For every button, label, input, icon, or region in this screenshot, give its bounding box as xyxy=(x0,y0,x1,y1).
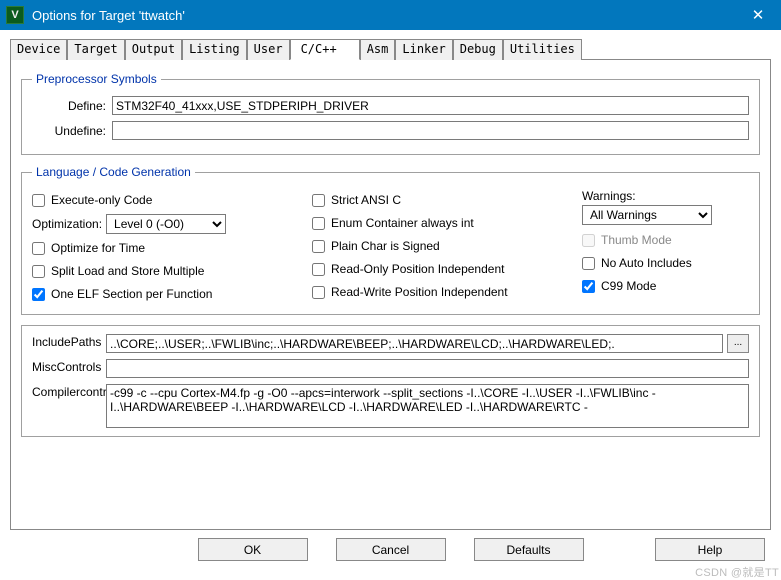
title-bar: V Options for Target 'ttwatch' ✕ xyxy=(0,0,781,30)
input-undefine[interactable] xyxy=(112,121,749,140)
close-icon[interactable]: ✕ xyxy=(735,0,781,30)
input-include-paths[interactable] xyxy=(106,334,723,353)
checkbox-rw-pi[interactable] xyxy=(312,286,325,299)
checkbox-optimize-time[interactable] xyxy=(32,242,45,255)
client-area: Device Target Output Listing User C/C++ … xyxy=(0,30,781,569)
select-warnings[interactable]: All Warnings xyxy=(582,205,712,225)
checkbox-execute-only[interactable] xyxy=(32,194,45,207)
checkbox-no-auto-includes[interactable] xyxy=(582,257,595,270)
checkbox-c99-mode[interactable] xyxy=(582,280,595,293)
tab-asm[interactable]: Asm xyxy=(360,39,396,60)
tab-target[interactable]: Target xyxy=(67,39,124,60)
select-optimization[interactable]: Level 0 (-O0) xyxy=(106,214,226,234)
tab-linker[interactable]: Linker xyxy=(395,39,452,60)
label-include-paths: IncludePaths xyxy=(32,334,106,350)
checkbox-enum-container[interactable] xyxy=(312,217,325,230)
group-paths-controls: IncludePaths ... MiscControls Compilerco… xyxy=(21,325,760,437)
cancel-button[interactable]: Cancel xyxy=(336,538,446,561)
label-undefine: Undefine: xyxy=(32,124,112,138)
defaults-button[interactable]: Defaults xyxy=(474,538,584,561)
legend-preprocessor: Preprocessor Symbols xyxy=(32,72,161,86)
checkbox-plain-char[interactable] xyxy=(312,240,325,253)
checkbox-one-elf[interactable] xyxy=(32,288,45,301)
label-one-elf: One ELF Section per Function xyxy=(51,287,212,301)
tab-listing[interactable]: Listing xyxy=(182,39,247,60)
legend-langcode: Language / Code Generation xyxy=(32,165,195,179)
label-compiler-string: Compilercontrolstring xyxy=(32,384,106,400)
checkbox-split-load[interactable] xyxy=(32,265,45,278)
group-preprocessor: Preprocessor Symbols Define: Undefine: xyxy=(21,72,760,155)
tab-c-cpp[interactable]: C/C++ xyxy=(290,39,360,60)
label-split-load: Split Load and Store Multiple xyxy=(51,264,204,278)
input-misc-controls[interactable] xyxy=(106,359,749,378)
input-define[interactable] xyxy=(112,96,749,115)
label-plain-char: Plain Char is Signed xyxy=(331,239,440,253)
checkbox-thumb-mode xyxy=(582,234,595,247)
checkbox-strict-ansi[interactable] xyxy=(312,194,325,207)
label-no-auto-includes: No Auto Includes xyxy=(601,256,692,270)
tab-device[interactable]: Device xyxy=(10,39,67,60)
tab-utilities[interactable]: Utilities xyxy=(503,39,582,60)
label-warnings: Warnings: xyxy=(582,189,749,203)
app-icon: V xyxy=(6,6,24,24)
dialog-buttons: OK Cancel Defaults Help xyxy=(10,530,771,563)
label-c99-mode: C99 Mode xyxy=(601,279,656,293)
ok-button[interactable]: OK xyxy=(198,538,308,561)
tab-debug[interactable]: Debug xyxy=(453,39,503,60)
label-rw-pi: Read-Write Position Independent xyxy=(331,285,508,299)
label-thumb-mode: Thumb Mode xyxy=(601,233,672,247)
tab-strip: Device Target Output Listing User C/C++ … xyxy=(10,38,771,60)
label-optimize-time: Optimize for Time xyxy=(51,241,145,255)
tab-output[interactable]: Output xyxy=(125,39,182,60)
label-strict-ansi: Strict ANSI C xyxy=(331,193,401,207)
label-misc-controls: MiscControls xyxy=(32,359,106,375)
label-enum-container: Enum Container always int xyxy=(331,216,474,230)
tab-panel-c-cpp: Preprocessor Symbols Define: Undefine: L… xyxy=(10,60,771,530)
tab-user[interactable]: User xyxy=(247,39,290,60)
help-button[interactable]: Help xyxy=(655,538,765,561)
group-language-code-generation: Language / Code Generation Execute-only … xyxy=(21,165,760,315)
browse-include-paths-button[interactable]: ... xyxy=(727,334,749,353)
textarea-compiler-string[interactable] xyxy=(106,384,749,428)
label-optimization: Optimization: xyxy=(32,217,102,231)
checkbox-ro-pi[interactable] xyxy=(312,263,325,276)
label-ro-pi: Read-Only Position Independent xyxy=(331,262,504,276)
label-execute-only: Execute-only Code xyxy=(51,193,152,207)
label-define: Define: xyxy=(32,99,112,113)
window-title: Options for Target 'ttwatch' xyxy=(32,8,735,23)
